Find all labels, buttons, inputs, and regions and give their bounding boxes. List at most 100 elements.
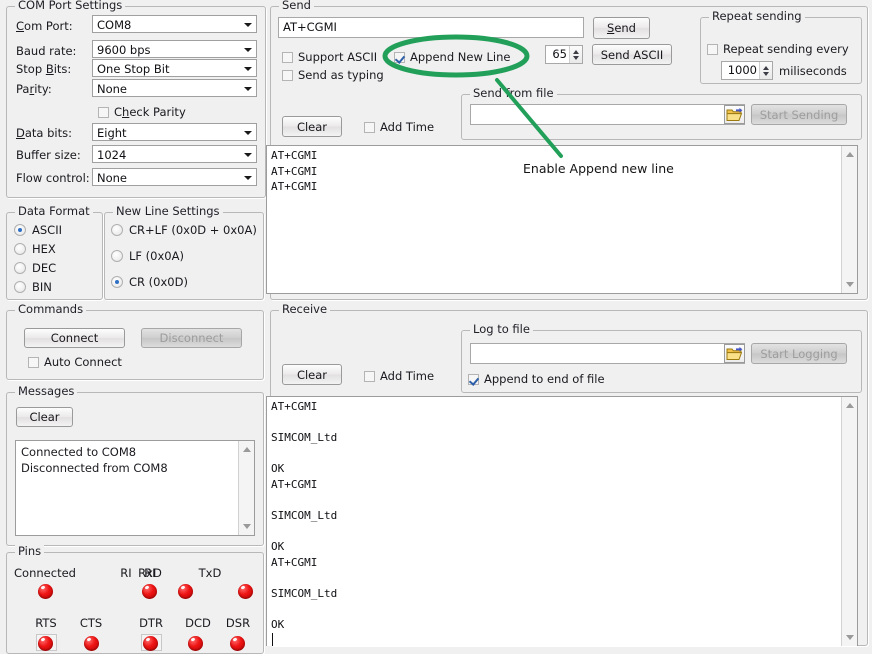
radio-newline-lf[interactable]: LF (0x0A) [111,249,184,263]
messages-listbox[interactable]: Connected to COM8 Disconnected from COM8 [15,440,255,536]
led-txd [238,584,253,599]
buffer-size-select[interactable]: 1024 [92,145,257,163]
repeat-sending-checkbox[interactable]: Repeat sending every [707,42,849,56]
send-as-typing-checkbox[interactable]: Send as typing [282,68,384,82]
list-item: Connected to COM8 [16,444,254,460]
parity-select[interactable]: None [92,79,257,97]
stop-bits-label: Stop Bits: [16,62,71,76]
radio-label: CR (0x0D) [129,275,188,289]
radio-label: HEX [32,242,56,256]
radio-data-format-hex[interactable]: HEX [14,242,56,256]
radio-data-format-bin[interactable]: BIN [14,280,52,294]
send-ascii-button[interactable]: Send ASCII [592,44,672,65]
receive-log-scrollbar[interactable] [841,397,857,646]
radio-data-format-ascii[interactable]: ASCII [14,223,62,237]
flow-control-label: Flow control: [16,171,90,185]
scroll-up-icon[interactable] [846,403,854,408]
append-new-line-checkbox[interactable]: Append New Line [394,50,511,64]
spin-down-icon [763,72,769,76]
repeat-sending-title: Repeat sending [709,10,805,22]
com-port-label: Com Port: [16,19,73,33]
led-dsr [230,636,245,651]
annotation-text: Enable Append new line [523,161,674,176]
data-bits-select[interactable]: Eight [92,123,257,141]
buffer-size-value: 1024 [97,148,126,162]
receive-add-time-checkbox[interactable]: Add Time [364,369,434,383]
text-caret [272,633,273,646]
buffer-size-label: Buffer size: [16,148,81,162]
commands-title: Commands [15,303,86,315]
led-rts [38,636,53,651]
messages-scrollbar[interactable] [238,441,254,535]
radio-label: LF (0x0A) [129,249,184,263]
checkbox-box [98,107,109,118]
send-add-time-checkbox[interactable]: Add Time [364,120,434,134]
com-port-select[interactable]: COM8 [92,15,257,33]
send-file-browse-button[interactable] [724,105,745,124]
led-ri [142,584,157,599]
ascii-code-spinner[interactable]: 65 [545,45,583,64]
parity-label: Parity: [16,82,52,96]
spinner-arrows[interactable] [759,62,772,79]
send-clear-button[interactable]: Clear [282,116,342,137]
checkbox-box [282,70,293,81]
checkbox-box [28,357,39,368]
append-end-of-file-label: Append to end of file [484,372,605,386]
data-bits-value: Eight [97,126,127,140]
pin-label-rxd: RxD [122,566,178,580]
check-parity-checkbox[interactable]: Check Parity [98,105,186,119]
disconnect-button[interactable]: Disconnect [141,328,242,348]
radio-circle [14,281,26,293]
scroll-down-icon[interactable] [846,635,854,640]
receive-title: Receive [279,303,330,315]
append-end-of-file-checkbox[interactable]: Append to end of file [468,372,605,386]
auto-connect-checkbox[interactable]: Auto Connect [28,355,122,369]
start-logging-button[interactable]: Start Logging [751,343,847,364]
radio-circle [14,243,26,255]
checkbox-box [468,374,479,385]
pin-label-connected: Connected [12,566,78,580]
radio-circle [111,276,123,288]
radio-data-format-dec[interactable]: DEC [14,261,56,275]
scroll-up-icon[interactable] [243,447,251,452]
baud-rate-select[interactable]: 9600 bps [92,40,257,58]
receive-add-time-label: Add Time [380,369,434,383]
spinner-arrows[interactable] [569,46,582,63]
com-port-value: COM8 [97,18,131,32]
scroll-up-icon[interactable] [846,152,854,157]
log-file-path-input[interactable] [470,343,745,364]
stop-bits-select[interactable]: One Stop Bit [92,59,257,77]
radio-newline-crlf[interactable]: CR+LF (0x0D + 0x0A) [111,223,257,237]
send-log-scrollbar[interactable] [841,146,857,293]
check-parity-label: Check Parity [114,105,186,119]
baud-rate-label: Baud rate: [16,44,76,58]
messages-clear-button[interactable]: Clear [16,407,73,427]
send-file-path-input[interactable] [470,104,745,125]
log-file-browse-button[interactable] [724,344,745,363]
repeat-interval-spinner[interactable]: 1000 [721,61,773,80]
com-port-settings-title: COM Port Settings [15,0,125,11]
scroll-down-icon[interactable] [846,282,854,287]
led-dcd [188,636,203,651]
checkbox-box [282,52,293,63]
stop-bits-value: One Stop Bit [97,62,169,76]
receive-log-pane[interactable]: AT+CGMI SIMCOM_Ltd OK AT+CGMI SIMCOM_Ltd… [266,396,858,646]
radio-newline-cr[interactable]: CR (0x0D) [111,275,188,289]
start-sending-button[interactable]: Start Sending [751,104,847,125]
send-input[interactable]: AT+CGMI [278,17,584,38]
scroll-down-icon[interactable] [243,524,251,529]
spin-down-icon [573,56,579,60]
flow-control-select[interactable]: None [92,168,257,186]
send-as-typing-label: Send as typing [298,68,384,82]
list-item: Disconnected from COM8 [16,460,254,476]
folder-open-icon [725,106,744,123]
checkbox-box [364,122,375,133]
led-cts [84,636,99,651]
connect-button[interactable]: Connect [24,328,125,348]
receive-clear-button[interactable]: Clear [282,364,342,385]
radio-circle [14,262,26,274]
serial-terminal-window: COM Port Settings Com Port: COM8 Baud ra… [0,0,872,646]
checkbox-box [707,44,718,55]
send-button[interactable]: Send [593,17,650,39]
support-ascii-checkbox[interactable]: Support ASCII [282,50,377,64]
